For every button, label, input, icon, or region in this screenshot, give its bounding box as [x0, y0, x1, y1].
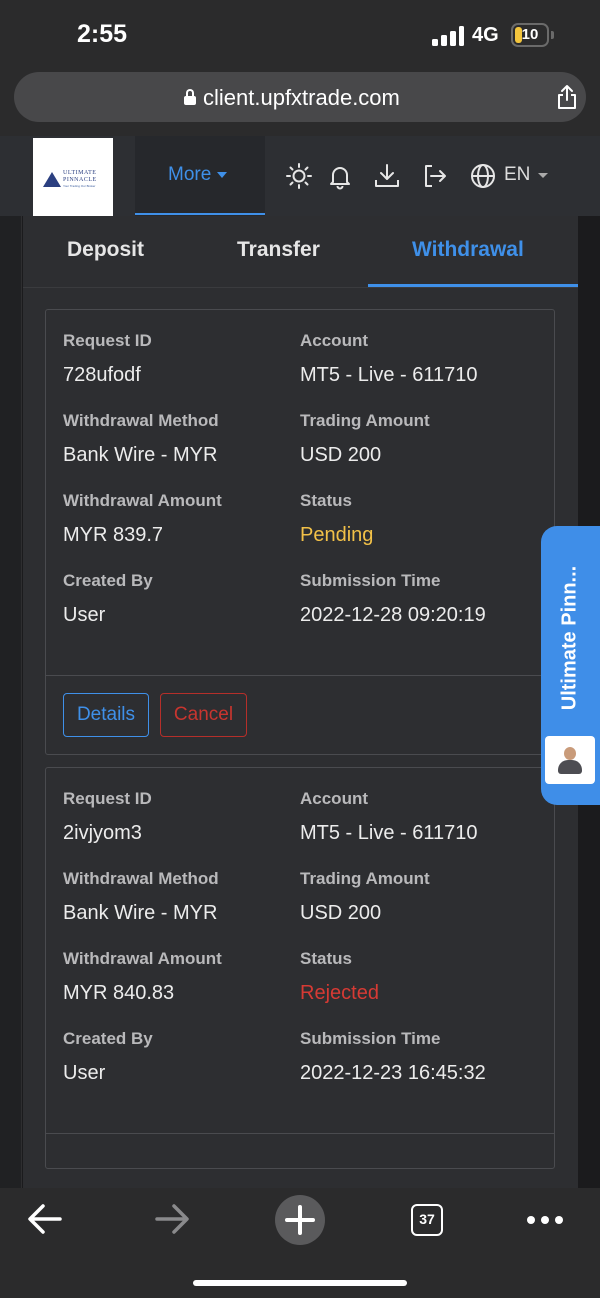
submission-time-label: Submission Time — [300, 1029, 441, 1048]
globe-icon[interactable] — [469, 162, 497, 190]
submission-time-label: Submission Time — [300, 571, 441, 590]
logout-icon[interactable] — [421, 162, 449, 190]
network-type: 4G — [472, 24, 499, 46]
forward-arrow-icon[interactable] — [153, 1202, 191, 1236]
request-id-value: 2ivjyom3 — [63, 822, 142, 844]
tab-deposit[interactable]: Deposit — [67, 238, 144, 262]
battery-icon: 10 — [511, 23, 549, 47]
lock-icon — [184, 89, 196, 105]
trading-amount-value: USD 200 — [300, 444, 382, 466]
withdrawal-method-label: Withdrawal Method — [63, 869, 219, 888]
tab-transfer[interactable]: Transfer — [237, 238, 320, 262]
cellular-signal-icon — [432, 26, 464, 46]
logo[interactable]: ULTIMATE PINNACLE Your Trading Our Broke… — [33, 138, 113, 216]
logo-mountain-icon — [43, 172, 61, 187]
logo-name-line2: PINNACLE — [63, 177, 97, 183]
trading-amount-value: USD 200 — [300, 902, 382, 924]
transactions-panel: Deposit Transfer Withdrawal Request ID 7… — [23, 216, 578, 1188]
submission-time-value: 2022-12-23 16:45:32 — [300, 1062, 486, 1084]
request-id-label: Request ID — [63, 331, 152, 350]
withdrawal-method-label: Withdrawal Method — [63, 411, 219, 430]
transaction-tabs: Deposit Transfer Withdrawal — [23, 216, 578, 288]
withdrawal-request-card: Request ID 2ivjyom3 Account MT5 - Live -… — [45, 767, 555, 1169]
tab-withdrawal[interactable]: Withdrawal — [412, 238, 524, 262]
more-label: More — [168, 164, 212, 185]
cancel-button[interactable]: Cancel — [160, 693, 247, 737]
created-by-label: Created By — [63, 1029, 153, 1048]
more-menu-button[interactable]: More — [135, 136, 265, 216]
share-icon[interactable] — [555, 84, 579, 110]
side-rail — [0, 216, 22, 1188]
battery-level: 10 — [521, 26, 539, 43]
language-selector[interactable]: EN — [504, 164, 530, 186]
support-widget-label: Ultimate Pinn... — [558, 565, 581, 711]
language-caret-icon — [538, 173, 548, 178]
card-divider — [46, 1133, 554, 1134]
created-by-value: User — [63, 1062, 106, 1084]
account-value: MT5 - Live - 611710 — [300, 822, 478, 844]
created-by-value: User — [63, 604, 106, 626]
withdrawal-amount-label: Withdrawal Amount — [63, 491, 222, 510]
status-label: Status — [300, 949, 352, 968]
battery-tip — [551, 31, 554, 39]
status-label: Status — [300, 491, 352, 510]
more-underline — [135, 213, 265, 215]
support-chat-widget[interactable]: Ultimate Pinn... — [541, 526, 600, 805]
withdrawal-method-value: Bank Wire - MYR — [63, 444, 218, 466]
browser-address-area: client.upfxtrade.com — [0, 70, 600, 136]
account-label: Account — [300, 331, 368, 350]
active-tab-indicator — [368, 284, 578, 287]
account-label: Account — [300, 789, 368, 808]
back-arrow-icon[interactable] — [26, 1202, 64, 1236]
created-by-label: Created By — [63, 571, 153, 590]
request-id-value: 728ufodf — [63, 364, 141, 386]
download-icon[interactable] — [373, 162, 401, 190]
trading-amount-label: Trading Amount — [300, 869, 430, 888]
status-badge: Rejected — [300, 982, 379, 1004]
details-button[interactable]: Details — [63, 693, 149, 737]
clock-time: 2:55 — [77, 20, 128, 48]
status-badge: Pending — [300, 524, 374, 546]
trading-amount-label: Trading Amount — [300, 411, 430, 430]
account-value: MT5 - Live - 611710 — [300, 364, 478, 386]
logo-tagline: Your Trading Our Broker — [63, 184, 96, 188]
caret-down-icon — [217, 172, 227, 178]
withdrawal-method-value: Bank Wire - MYR — [63, 902, 218, 924]
home-indicator[interactable] — [193, 1280, 407, 1286]
request-id-label: Request ID — [63, 789, 152, 808]
address-bar[interactable]: client.upfxtrade.com — [14, 72, 586, 122]
theme-sun-icon[interactable] — [285, 162, 313, 190]
main-content: Deposit Transfer Withdrawal Request ID 7… — [0, 216, 600, 1188]
logo-name-line1: ULTIMATE — [63, 170, 97, 176]
submission-time-value: 2022-12-28 09:20:19 — [300, 604, 486, 626]
card-divider — [46, 675, 554, 676]
notification-bell-icon[interactable] — [326, 162, 354, 190]
withdrawal-amount-value: MYR 839.7 — [63, 524, 164, 546]
tabs-icon[interactable]: 37 — [411, 1204, 443, 1236]
app-header: ULTIMATE PINNACLE Your Trading Our Broke… — [0, 136, 600, 216]
withdrawal-amount-value: MYR 840.83 — [63, 982, 175, 1004]
status-bar: 2:55 4G 10 — [0, 0, 600, 70]
withdrawal-request-card: Request ID 728ufodf Account MT5 - Live -… — [45, 309, 555, 755]
url-text[interactable]: client.upfxtrade.com — [203, 85, 400, 111]
new-tab-plus-icon[interactable] — [275, 1195, 325, 1245]
support-agent-avatar — [545, 736, 595, 784]
browser-toolbar: 37 — [0, 1188, 600, 1298]
withdrawal-amount-label: Withdrawal Amount — [63, 949, 222, 968]
